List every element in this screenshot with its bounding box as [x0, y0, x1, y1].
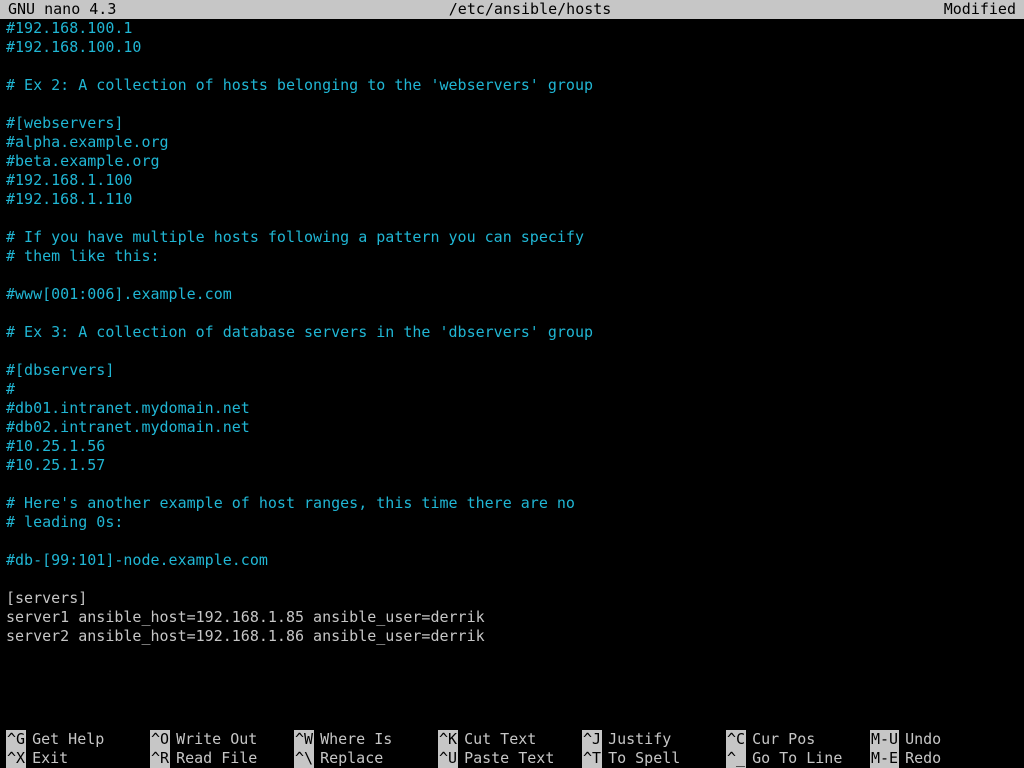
shortcut-label: To Spell	[602, 749, 680, 768]
editor-line[interactable]: server2 ansible_host=192.168.1.86 ansibl…	[6, 627, 1024, 646]
shortcut-item[interactable]: ^JJustify	[582, 730, 726, 749]
shortcut-label: Replace	[314, 749, 383, 768]
shortcut-key: ^K	[438, 730, 458, 749]
editor-line[interactable]	[6, 475, 1024, 494]
shortcut-key: ^C	[726, 730, 746, 749]
nano-shortcut-bar: ^GGet Help^OWrite Out^WWhere Is^KCut Tex…	[0, 730, 1024, 768]
shortcut-label: Cut Text	[458, 730, 536, 749]
shortcut-label: Undo	[899, 730, 941, 749]
shortcut-item[interactable]: ^WWhere Is	[294, 730, 438, 749]
shortcut-label: Exit	[26, 749, 68, 768]
shortcut-item[interactable]: ^RRead File	[150, 749, 294, 768]
shortcut-label: Redo	[899, 749, 941, 768]
editor-line[interactable]: #192.168.1.100	[6, 171, 1024, 190]
editor-line[interactable]: # leading 0s:	[6, 513, 1024, 532]
shortcut-key: ^T	[582, 749, 602, 768]
shortcut-item[interactable]: ^_Go To Line	[726, 749, 870, 768]
editor-line[interactable]	[6, 57, 1024, 76]
shortcut-label: Read File	[170, 749, 257, 768]
editor-viewport[interactable]: #192.168.100.1#192.168.100.10 # Ex 2: A …	[0, 19, 1024, 665]
shortcut-key: M-U	[870, 730, 899, 749]
shortcut-item[interactable]: ^GGet Help	[6, 730, 150, 749]
shortcut-key: M-E	[870, 749, 899, 768]
shortcut-label: Justify	[602, 730, 671, 749]
editor-line[interactable]: # them like this:	[6, 247, 1024, 266]
editor-line[interactable]: #[webservers]	[6, 114, 1024, 133]
editor-line[interactable]	[6, 342, 1024, 361]
editor-line[interactable]: [servers]	[6, 589, 1024, 608]
editor-line[interactable]: #beta.example.org	[6, 152, 1024, 171]
editor-line[interactable]: #192.168.100.10	[6, 38, 1024, 57]
editor-line[interactable]	[6, 95, 1024, 114]
editor-line[interactable]: #db01.intranet.mydomain.net	[6, 399, 1024, 418]
shortcut-row-2: ^XExit^RRead File^\Replace^UPaste Text^T…	[6, 749, 1024, 768]
shortcut-item[interactable]: ^OWrite Out	[150, 730, 294, 749]
shortcut-item[interactable]: ^CCur Pos	[726, 730, 870, 749]
editor-line[interactable]: server1 ansible_host=192.168.1.85 ansibl…	[6, 608, 1024, 627]
editor-line[interactable]: #	[6, 380, 1024, 399]
editor-line[interactable]	[6, 304, 1024, 323]
editor-line[interactable]: #db02.intranet.mydomain.net	[6, 418, 1024, 437]
editor-line[interactable]	[6, 646, 1024, 665]
shortcut-key: ^R	[150, 749, 170, 768]
shortcut-key: ^G	[6, 730, 26, 749]
editor-line[interactable]: #www[001:006].example.com	[6, 285, 1024, 304]
shortcut-key: ^U	[438, 749, 458, 768]
editor-line[interactable]	[6, 532, 1024, 551]
shortcut-label: Cur Pos	[746, 730, 815, 749]
editor-line[interactable]: #[dbservers]	[6, 361, 1024, 380]
shortcut-item[interactable]: ^UPaste Text	[438, 749, 582, 768]
editor-line[interactable]: #10.25.1.56	[6, 437, 1024, 456]
shortcut-label: Go To Line	[746, 749, 842, 768]
editor-line[interactable]: # Ex 3: A collection of database servers…	[6, 323, 1024, 342]
shortcut-key: ^\	[294, 749, 314, 768]
nano-modified-indicator: Modified	[944, 0, 1024, 19]
shortcut-label: Paste Text	[458, 749, 554, 768]
shortcut-label: Where Is	[314, 730, 392, 749]
nano-file-path: /etc/ansible/hosts	[116, 0, 943, 19]
shortcut-key: ^_	[726, 749, 746, 768]
editor-line[interactable]: # If you have multiple hosts following a…	[6, 228, 1024, 247]
shortcut-label: Write Out	[170, 730, 257, 749]
shortcut-item[interactable]: ^\Replace	[294, 749, 438, 768]
shortcut-key: ^X	[6, 749, 26, 768]
editor-line[interactable]	[6, 570, 1024, 589]
shortcut-key: ^O	[150, 730, 170, 749]
editor-line[interactable]	[6, 266, 1024, 285]
shortcut-item[interactable]: ^KCut Text	[438, 730, 582, 749]
nano-titlebar: GNU nano 4.3 /etc/ansible/hosts Modified	[0, 0, 1024, 19]
shortcut-key: ^W	[294, 730, 314, 749]
shortcut-row-1: ^GGet Help^OWrite Out^WWhere Is^KCut Tex…	[6, 730, 1024, 749]
editor-line[interactable]: #db-[99:101]-node.example.com	[6, 551, 1024, 570]
shortcut-label: Get Help	[26, 730, 104, 749]
shortcut-item[interactable]: M-ERedo	[870, 749, 1014, 768]
shortcut-item[interactable]: M-UUndo	[870, 730, 1014, 749]
editor-line[interactable]: #10.25.1.57	[6, 456, 1024, 475]
shortcut-key: ^J	[582, 730, 602, 749]
editor-line[interactable]: #alpha.example.org	[6, 133, 1024, 152]
nano-app-name: GNU nano 4.3	[8, 0, 116, 19]
shortcut-item[interactable]: ^TTo Spell	[582, 749, 726, 768]
editor-line[interactable]	[6, 209, 1024, 228]
editor-line[interactable]: #192.168.100.1	[6, 19, 1024, 38]
editor-line[interactable]: # Ex 2: A collection of hosts belonging …	[6, 76, 1024, 95]
editor-line[interactable]: # Here's another example of host ranges,…	[6, 494, 1024, 513]
editor-line[interactable]: #192.168.1.110	[6, 190, 1024, 209]
shortcut-item[interactable]: ^XExit	[6, 749, 150, 768]
